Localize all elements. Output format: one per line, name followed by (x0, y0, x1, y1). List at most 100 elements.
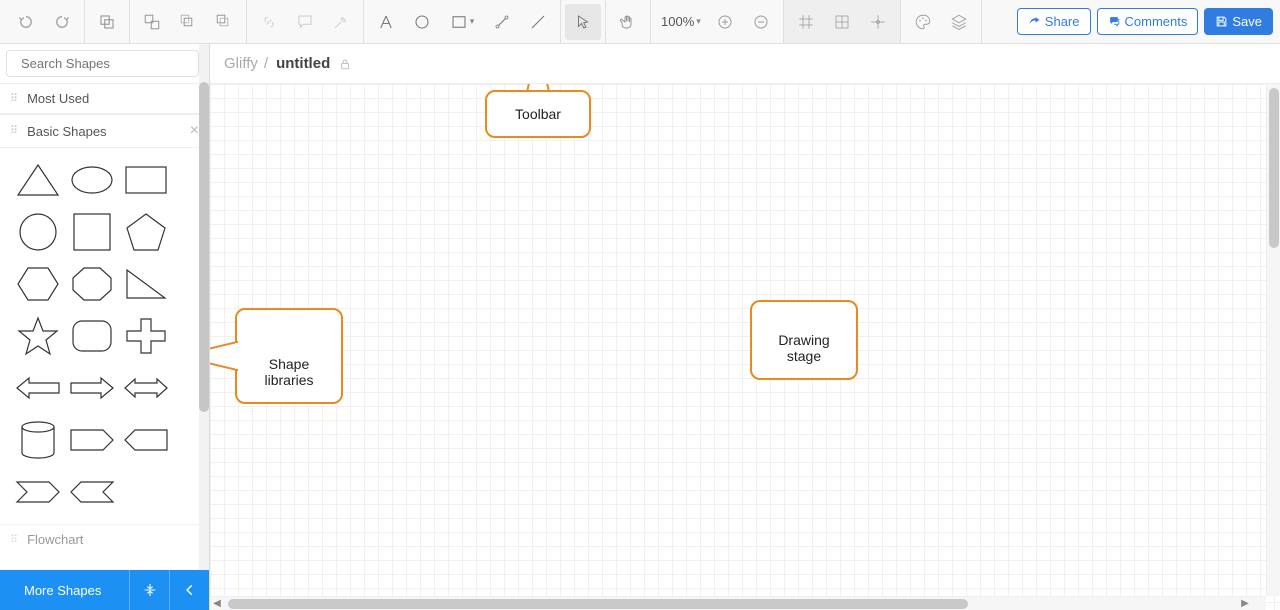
shape-rectangle[interactable] (122, 158, 170, 202)
shape-chevron-left[interactable] (68, 470, 116, 514)
shape-ellipse[interactable] (68, 158, 116, 202)
collapse-vertical-button[interactable] (129, 570, 169, 610)
collapse-sidebar-button[interactable] (169, 570, 209, 610)
scroll-right-icon[interactable]: ▶ (1238, 596, 1252, 610)
canvas-vertical-scrollbar[interactable] (1266, 84, 1280, 596)
connector-tool[interactable] (484, 4, 520, 40)
group-button[interactable] (134, 4, 170, 40)
drag-handle-icon: ⠿ (10, 128, 19, 134)
close-icon[interactable]: × (190, 122, 199, 140)
sidebar: ⠿ Most Used ⠿ Basic Shapes × (0, 44, 210, 610)
chevron-down-icon: ▾ (470, 16, 475, 27)
more-shapes-button[interactable]: More Shapes (0, 583, 129, 598)
rect-tool[interactable]: ▾ (440, 4, 484, 40)
plus-icon (716, 13, 734, 31)
shape-hexagon[interactable] (14, 262, 62, 306)
callout-text: Toolbar (515, 106, 561, 122)
shape-arrow-right[interactable] (68, 366, 116, 410)
rect-icon (450, 13, 468, 31)
shape-rounded-rect[interactable] (68, 314, 116, 358)
circle-icon (413, 13, 431, 31)
comment-icon (296, 13, 314, 31)
document-title[interactable]: untitled (276, 55, 330, 72)
shape-square[interactable] (68, 210, 116, 254)
shape-pentagon[interactable] (122, 210, 170, 254)
search-box[interactable] (6, 50, 199, 77)
link-button (251, 4, 287, 40)
separator: / (264, 55, 268, 72)
pan-tool[interactable] (610, 4, 646, 40)
toolbar: ▾ 100%▾ (0, 0, 1280, 44)
shape-triangle[interactable] (14, 158, 62, 202)
share-button[interactable]: Share (1017, 8, 1091, 35)
shape-arrow-left[interactable] (14, 366, 62, 410)
pointer-group (561, 0, 606, 43)
shape-chevron-right[interactable] (14, 470, 62, 514)
send-back-button[interactable] (206, 4, 242, 40)
theme-button[interactable] (905, 4, 941, 40)
circle-tool[interactable] (404, 4, 440, 40)
minus-icon (752, 13, 770, 31)
group-icon (143, 13, 161, 31)
search-input[interactable] (21, 56, 197, 71)
shape-star[interactable] (14, 314, 62, 358)
undo-button[interactable] (8, 4, 44, 40)
zoom-in-button[interactable] (707, 4, 743, 40)
drawing-canvas[interactable]: Toolbar Shape libraries Drawing stage ◀ (210, 84, 1280, 610)
palette-icon (914, 13, 932, 31)
show-grid-button[interactable] (824, 4, 860, 40)
bring-front-button[interactable] (170, 4, 206, 40)
canvas-horizontal-scrollbar-thumb[interactable] (228, 599, 968, 609)
copy-button[interactable] (89, 4, 125, 40)
comment-button (287, 4, 323, 40)
shape-tag-right[interactable] (68, 418, 116, 462)
drag-handle-icon: ⠿ (10, 537, 19, 543)
shape-octagon[interactable] (68, 262, 116, 306)
shape-tools-group: ▾ (364, 0, 561, 43)
crosshair-icon (869, 13, 887, 31)
layers-button[interactable] (941, 4, 977, 40)
layers-icon (950, 13, 968, 31)
pointer-tool[interactable] (565, 4, 601, 40)
line-tool[interactable] (520, 4, 556, 40)
shape-right-triangle[interactable] (122, 262, 170, 306)
text-tool[interactable] (368, 4, 404, 40)
snap-grid-button[interactable] (788, 4, 824, 40)
shape-cylinder[interactable] (14, 418, 62, 462)
callout-drawing-stage: Drawing stage (750, 300, 858, 380)
link-group (247, 0, 364, 43)
shape-circle[interactable] (14, 210, 62, 254)
shape-plus[interactable] (122, 314, 170, 358)
sidebar-footer: More Shapes (0, 570, 209, 610)
sidebar-scrollbar-thumb[interactable] (199, 82, 209, 412)
redo-button[interactable] (44, 4, 80, 40)
shape-grid (0, 148, 209, 524)
callout-text: Shape libraries (264, 356, 313, 388)
style-group (901, 0, 982, 43)
save-button[interactable]: Save (1204, 8, 1273, 35)
text-icon (377, 13, 395, 31)
guides-button[interactable] (860, 4, 896, 40)
save-icon (1215, 15, 1228, 28)
shape-tag-left[interactable] (122, 418, 170, 462)
scroll-left-icon[interactable]: ◀ (210, 596, 224, 610)
library-basic-shapes[interactable]: ⠿ Basic Shapes × (0, 114, 209, 148)
callout-tail-shapes (210, 339, 239, 373)
hand-icon (619, 13, 637, 31)
zoom-out-button[interactable] (743, 4, 779, 40)
sidebar-scrollbar[interactable] (199, 44, 209, 570)
library-label: Basic Shapes (27, 124, 107, 139)
canvas-horizontal-scrollbar[interactable]: ◀ ▶ (210, 596, 1266, 610)
canvas-vertical-scrollbar-thumb[interactable] (1269, 88, 1279, 248)
library-most-used[interactable]: ⠿ Most Used (0, 83, 209, 114)
bring-front-icon (179, 13, 197, 31)
share-icon (1028, 15, 1041, 28)
zoom-level[interactable]: 100%▾ (655, 14, 707, 29)
arrange-group (130, 0, 247, 43)
eyedropper-button (323, 4, 359, 40)
library-flowchart[interactable]: ⠿ Flowchart (0, 524, 209, 554)
chevron-left-icon (183, 583, 197, 597)
shape-arrow-both[interactable] (122, 366, 170, 410)
copy-icon (98, 13, 116, 31)
comments-button[interactable]: Comments (1097, 8, 1199, 35)
